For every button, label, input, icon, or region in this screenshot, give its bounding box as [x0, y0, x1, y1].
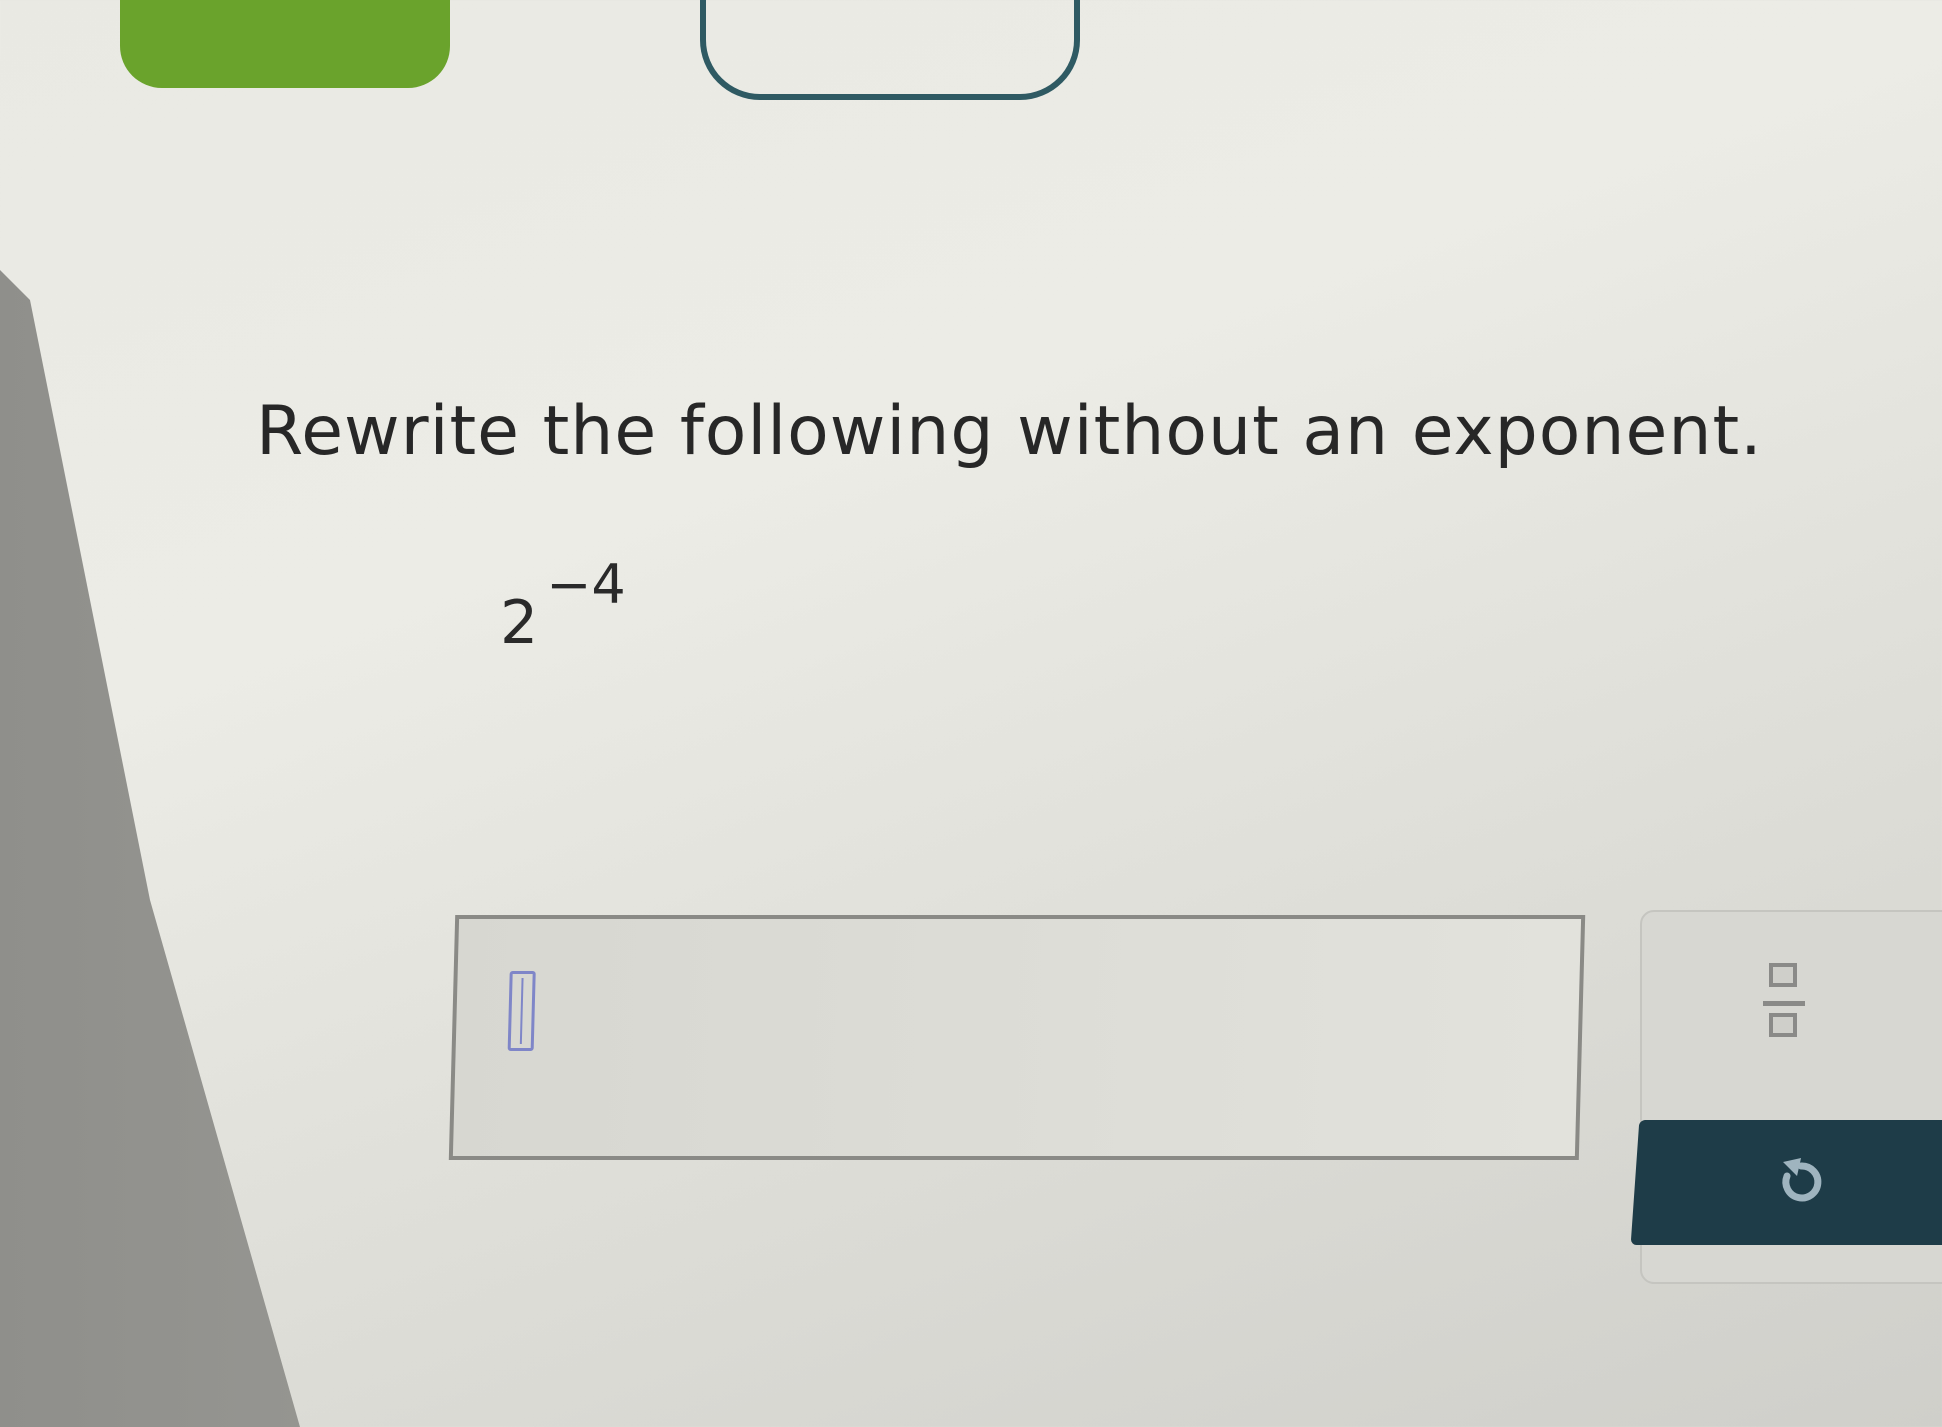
fraction-icon — [1763, 1001, 1805, 1006]
answer-input[interactable] — [448, 915, 1586, 1160]
top-green-button[interactable] — [120, 0, 450, 88]
exponent-expression: 2−4 — [500, 553, 626, 658]
fraction-icon-numerator — [1769, 963, 1797, 987]
fraction-button[interactable] — [1755, 955, 1825, 1065]
undo-icon — [1782, 1158, 1822, 1202]
answer-cursor-slot[interactable] — [507, 971, 536, 1051]
fraction-icon-denominator — [1769, 1013, 1797, 1037]
top-outline-button[interactable] — [700, 0, 1080, 100]
question-prompt: Rewrite the following without an exponen… — [256, 392, 1763, 471]
expression-exponent: −4 — [546, 553, 626, 616]
expression-base: 2 — [500, 588, 539, 658]
undo-button[interactable] — [1630, 1120, 1942, 1245]
